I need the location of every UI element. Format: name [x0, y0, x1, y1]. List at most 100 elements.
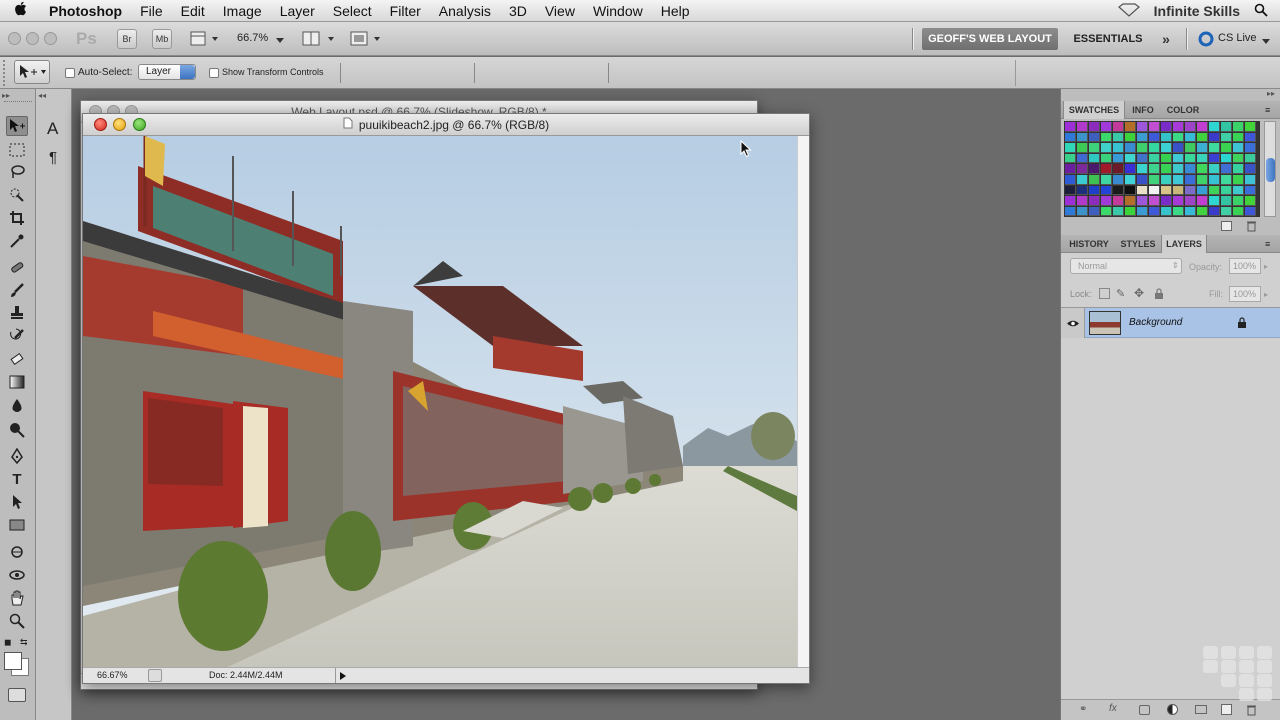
move-tool-icon[interactable] — [6, 116, 28, 136]
spotlight-search-icon[interactable] — [1254, 3, 1268, 20]
menu-window[interactable]: Window — [584, 3, 652, 19]
delete-layer-icon[interactable] — [1246, 704, 1257, 719]
color-swatch[interactable] — [1089, 196, 1100, 206]
color-swatch[interactable] — [1137, 122, 1148, 132]
color-swatch[interactable] — [1125, 196, 1136, 206]
auto-select-checkbox[interactable] — [65, 68, 75, 78]
color-swatch[interactable] — [1185, 185, 1196, 196]
color-swatch[interactable] — [1101, 132, 1112, 143]
layer-name[interactable]: Background — [1129, 317, 1182, 328]
menu-analysis[interactable]: Analysis — [430, 3, 500, 19]
pen-tool-icon[interactable] — [6, 446, 28, 466]
lock-all-icon[interactable] — [1154, 288, 1164, 302]
tab-history[interactable]: HISTORY — [1063, 235, 1115, 253]
color-swatch[interactable] — [1161, 164, 1172, 174]
tab-layers[interactable]: LAYERS — [1161, 235, 1207, 253]
color-swatch[interactable] — [1161, 143, 1172, 153]
layer-thumbnail[interactable] — [1089, 311, 1121, 335]
color-swatch[interactable] — [1113, 175, 1124, 185]
color-swatch[interactable] — [1125, 175, 1136, 185]
dropdown-stepper-icon[interactable] — [180, 65, 195, 79]
tool-preset-picker[interactable] — [14, 60, 50, 84]
color-swatch[interactable] — [1185, 132, 1196, 143]
color-swatch[interactable] — [1185, 143, 1196, 153]
color-swatch[interactable] — [1113, 164, 1124, 174]
color-swatch[interactable] — [1197, 132, 1208, 143]
color-swatch[interactable] — [1065, 164, 1076, 174]
color-swatch[interactable] — [1149, 175, 1160, 185]
color-swatch[interactable] — [1077, 185, 1088, 196]
color-swatch[interactable] — [1077, 153, 1088, 164]
color-swatch[interactable] — [1161, 185, 1172, 196]
color-swatch[interactable] — [1233, 196, 1244, 206]
color-swatch[interactable] — [1149, 122, 1160, 132]
color-swatch[interactable] — [1233, 206, 1244, 217]
color-swatch[interactable] — [1065, 196, 1076, 206]
color-swatch[interactable] — [1077, 175, 1088, 185]
color-swatch[interactable] — [1077, 132, 1088, 143]
swatches-scroll-thumb[interactable] — [1266, 158, 1275, 182]
blur-tool-icon[interactable] — [6, 396, 28, 416]
panel-menu-icon[interactable]: ≡ — [1265, 105, 1270, 115]
color-swatch[interactable] — [1197, 143, 1208, 153]
color-swatch[interactable] — [1221, 122, 1232, 132]
color-swatch[interactable] — [1125, 143, 1136, 153]
color-swatch[interactable] — [1245, 143, 1256, 153]
color-swatch[interactable] — [1221, 143, 1232, 153]
color-swatch[interactable] — [1221, 206, 1232, 217]
color-swatch[interactable] — [1161, 153, 1172, 164]
character-panel-icon[interactable]: A — [47, 119, 58, 139]
swap-colors-icon[interactable]: ⇆ — [20, 637, 28, 648]
color-swatch[interactable] — [1173, 122, 1184, 132]
color-swatch[interactable] — [1173, 143, 1184, 153]
color-swatch[interactable] — [1113, 206, 1124, 217]
brush-tool-icon[interactable] — [6, 280, 28, 300]
menu-photoshop[interactable]: Photoshop — [40, 3, 131, 19]
color-swatch[interactable] — [1233, 122, 1244, 132]
cs-live-chevron-icon[interactable] — [1262, 36, 1270, 48]
color-swatch[interactable] — [1137, 153, 1148, 164]
menu-layer[interactable]: Layer — [271, 3, 324, 19]
quick-selection-tool-icon[interactable] — [6, 185, 28, 205]
color-swatch[interactable] — [1221, 196, 1232, 206]
menu-help[interactable]: Help — [652, 3, 699, 19]
color-swatch[interactable] — [1077, 206, 1088, 217]
color-swatch[interactable] — [1065, 185, 1076, 196]
color-swatch[interactable] — [1113, 143, 1124, 153]
color-swatch[interactable] — [1101, 164, 1112, 174]
color-swatch[interactable] — [1077, 122, 1088, 132]
color-swatch[interactable] — [1233, 143, 1244, 153]
paragraph-panel-icon[interactable]: ¶ — [49, 149, 57, 166]
color-swatch[interactable] — [1149, 196, 1160, 206]
history-brush-tool-icon[interactable] — [6, 326, 28, 346]
color-swatch[interactable] — [1089, 185, 1100, 196]
lock-transparent-pixels-icon[interactable] — [1099, 288, 1110, 299]
color-swatch[interactable] — [1065, 175, 1076, 185]
color-swatch[interactable] — [1209, 143, 1220, 153]
mini-bridge-button[interactable]: Mb — [152, 29, 172, 49]
color-swatch[interactable] — [1149, 132, 1160, 143]
color-swatch[interactable] — [1197, 122, 1208, 132]
color-swatch[interactable] — [1245, 206, 1256, 217]
vertical-scroll-gutter[interactable] — [797, 136, 809, 669]
color-swatch[interactable] — [1089, 206, 1100, 217]
crop-tool-icon[interactable] — [6, 208, 28, 228]
color-swatch[interactable] — [1245, 132, 1256, 143]
close-window-icon[interactable] — [8, 32, 21, 45]
new-layer-icon[interactable] — [1221, 704, 1232, 715]
options-bar-grip[interactable] — [3, 60, 9, 86]
color-swatch[interactable] — [1197, 196, 1208, 206]
zoom-tool-icon[interactable] — [6, 611, 28, 631]
color-swatch[interactable] — [1161, 175, 1172, 185]
color-swatch[interactable] — [1101, 143, 1112, 153]
cs-live-icon[interactable] — [1198, 31, 1214, 50]
dock-collapse-icon[interactable]: ▸▸ — [1267, 89, 1275, 98]
menu-3d[interactable]: 3D — [500, 3, 536, 19]
color-swatch[interactable] — [1197, 175, 1208, 185]
color-swatch[interactable] — [1233, 153, 1244, 164]
color-swatch[interactable] — [1161, 122, 1172, 132]
color-swatch[interactable] — [1125, 153, 1136, 164]
color-swatch[interactable] — [1149, 185, 1160, 196]
zoom-window-icon[interactable] — [44, 32, 57, 45]
color-swatch[interactable] — [1137, 196, 1148, 206]
